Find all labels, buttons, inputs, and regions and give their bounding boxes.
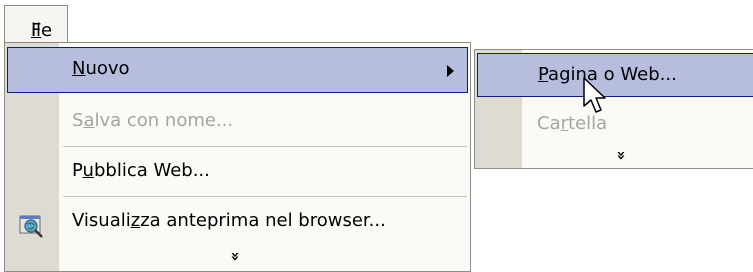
menu-separator <box>63 146 467 147</box>
submenu-item-cartella[interactable]: Cartella <box>477 103 753 147</box>
submenu-item-pagina-o-web[interactable]: Pagina o Web... <box>477 53 753 97</box>
menu-separator <box>63 196 467 197</box>
menu-item-salva-label: Salva con nome... <box>72 110 234 131</box>
submenu-item-cartella-label: Cartella <box>537 113 608 134</box>
menu-item-pubblica-label: Pubblica Web... <box>72 160 210 181</box>
mouse-cursor-icon <box>583 77 606 113</box>
browser-preview-icon <box>19 215 43 238</box>
menu-item-nuovo[interactable]: Nuovo <box>7 47 468 93</box>
file-menu: Nuovo Salva con nome... Pubblica Web... … <box>4 42 471 272</box>
nuovo-submenu: Pagina o Web... Cartella » <box>474 49 753 169</box>
menubar-file[interactable]: File <box>4 5 68 43</box>
submenu-expand-chevron-icon[interactable]: » <box>612 148 630 163</box>
menu-item-salva-con-nome[interactable]: Salva con nome... <box>7 99 468 145</box>
menu-item-pubblica-web[interactable]: Pubblica Web... <box>7 149 468 195</box>
menu-item-nuovo-label: Nuovo <box>72 58 130 79</box>
menu-item-anteprima-browser[interactable]: Visualizza anteprima nel browser... <box>7 199 468 245</box>
submenu-arrow-icon <box>447 65 454 77</box>
menu-expand-chevron-icon[interactable]: » <box>226 249 244 264</box>
menu-item-anteprima-label: Visualizza anteprima nel browser... <box>72 210 386 231</box>
